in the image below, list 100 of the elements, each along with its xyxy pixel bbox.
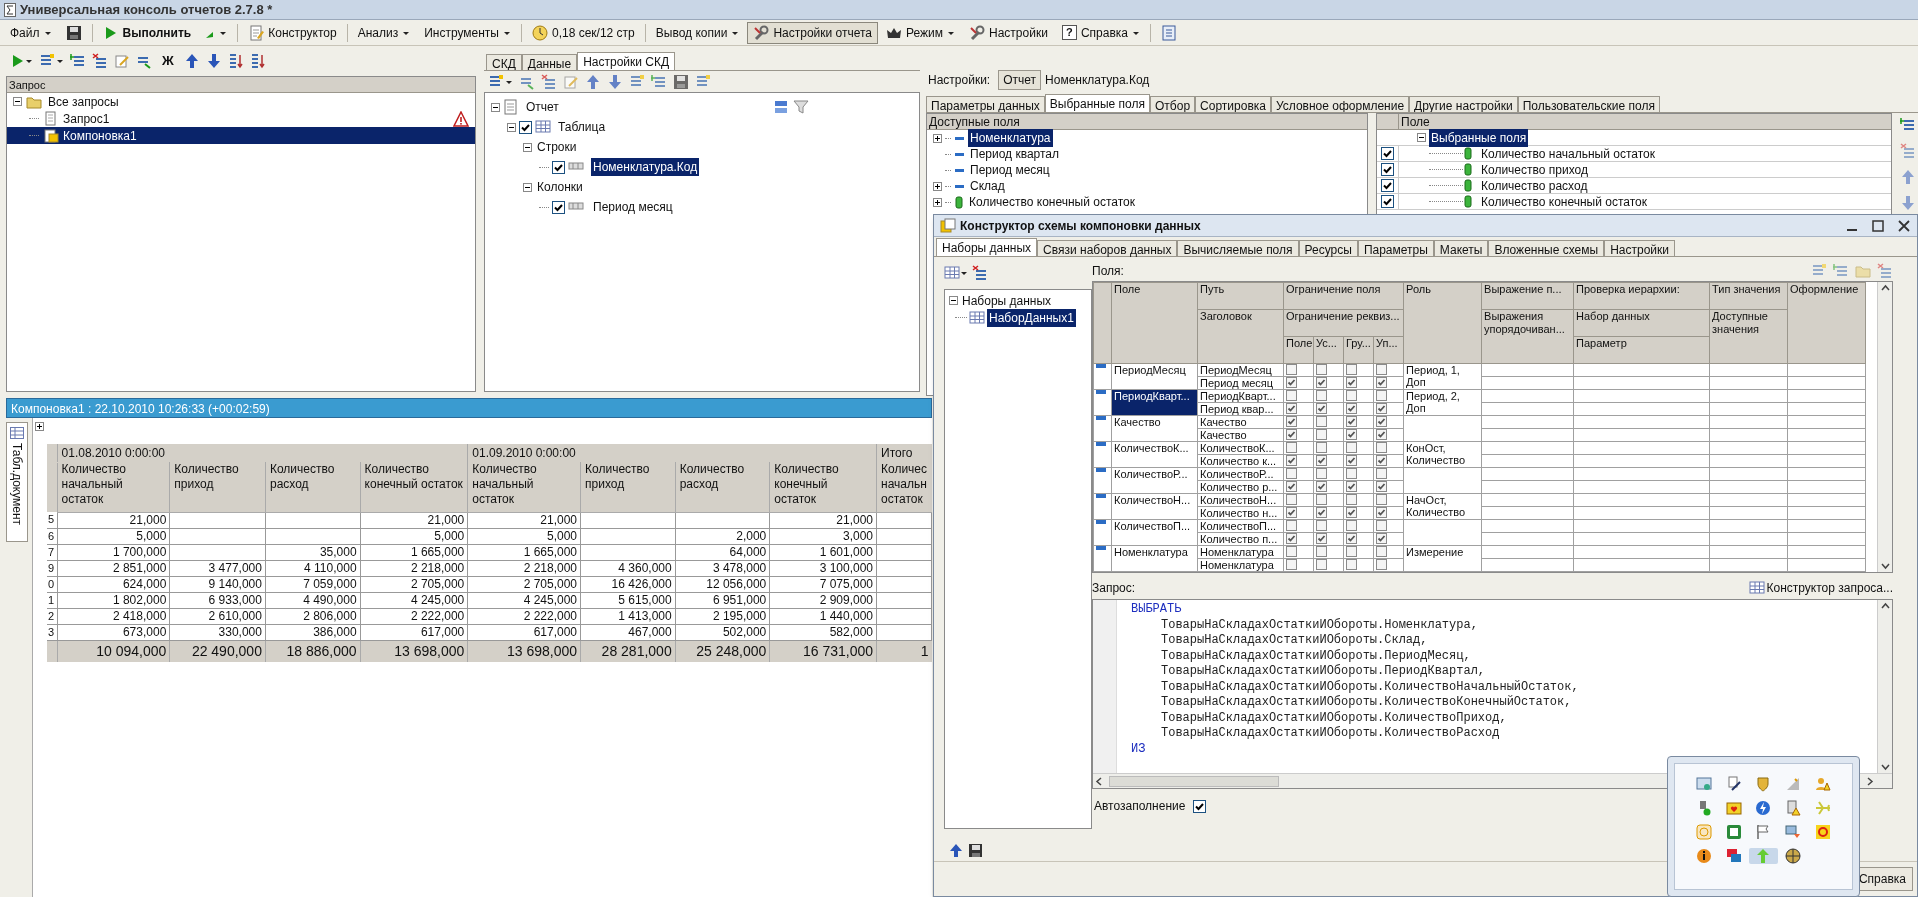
checkbox[interactable] <box>1316 455 1327 467</box>
checkbox[interactable] <box>1346 468 1357 480</box>
window-icon[interactable] <box>1695 776 1712 792</box>
checkbox[interactable] <box>1316 442 1327 454</box>
scrollbar[interactable] <box>1877 282 1892 573</box>
tree-item[interactable]: Наборы данных <box>960 291 1054 310</box>
tab[interactable]: Связи наборов данных <box>1037 240 1178 257</box>
monitor-arrow-icon[interactable] <box>1785 824 1802 840</box>
checkbox[interactable] <box>1346 559 1357 571</box>
checkbox[interactable] <box>1346 481 1357 493</box>
collapse-icon[interactable] <box>491 102 500 112</box>
tab[interactable]: Макеты <box>1433 240 1489 257</box>
torrent-icon[interactable] <box>1725 824 1742 840</box>
menu-button[interactable]: Вывод копии <box>649 21 746 44</box>
checkbox[interactable] <box>1286 429 1297 441</box>
checkbox[interactable] <box>1376 416 1387 428</box>
checkbox[interactable] <box>1286 442 1297 454</box>
list-delete-icon[interactable] <box>541 73 557 90</box>
table-cell[interactable]: КоличествоК... <box>1111 441 1198 468</box>
toolbar-button[interactable]: Настройки отчета <box>747 21 879 44</box>
checkbox[interactable] <box>1376 481 1387 493</box>
save-icon[interactable] <box>673 73 689 90</box>
table-cell[interactable]: Качество <box>1111 415 1198 442</box>
checkbox[interactable] <box>1286 507 1297 519</box>
flag-icon[interactable] <box>1755 824 1772 840</box>
checkbox[interactable] <box>1193 799 1207 813</box>
checkbox[interactable] <box>1316 559 1327 571</box>
1c-logo-icon[interactable] <box>1815 824 1832 840</box>
menu-button[interactable]: Анализ <box>351 21 417 44</box>
report-button[interactable]: Отчет <box>998 70 1042 90</box>
collapse-icon[interactable] <box>507 122 516 132</box>
collapse-icon[interactable] <box>523 182 532 192</box>
tab[interactable]: Сортировка <box>1195 96 1271 112</box>
checkbox[interactable] <box>1316 520 1327 532</box>
sort-icon[interactable] <box>227 53 244 69</box>
tab[interactable]: Параметры данных <box>926 96 1045 112</box>
checkbox[interactable] <box>1316 481 1327 493</box>
run-button[interactable]: Выполнить <box>96 21 198 44</box>
checkbox[interactable] <box>1286 416 1297 428</box>
checkbox[interactable] <box>1286 364 1297 376</box>
tab[interactable]: Настройки СКД <box>577 52 676 70</box>
checkbox[interactable] <box>1376 533 1387 545</box>
checkbox[interactable] <box>1376 377 1387 389</box>
collapse-icon[interactable] <box>13 97 22 106</box>
expand-icon[interactable] <box>933 133 942 143</box>
checkbox[interactable] <box>1286 481 1297 493</box>
checkbox[interactable] <box>1346 416 1357 428</box>
tree-item[interactable]: НаборДанных1 <box>987 308 1076 327</box>
save-icon[interactable] <box>968 843 982 858</box>
list-item[interactable]: Количество начальный остаток <box>1481 144 1655 163</box>
toolbar-button[interactable]: 0,18 сек/12 стр <box>526 21 641 44</box>
sort-icon[interactable] <box>249 53 266 69</box>
toolbar-button[interactable]: Конструктор <box>242 21 343 44</box>
checkbox[interactable] <box>1376 390 1387 402</box>
checkbox[interactable] <box>1376 494 1387 506</box>
list-add-icon[interactable] <box>70 53 86 69</box>
list-item[interactable]: Количество расход <box>1481 176 1588 195</box>
filter-icon[interactable] <box>793 99 809 115</box>
arrow-up-icon[interactable] <box>585 73 601 90</box>
expand-icon[interactable] <box>933 181 942 191</box>
tab[interactable]: СКД <box>486 54 522 70</box>
tab[interactable]: Выбранные поля <box>1044 94 1150 112</box>
checkbox[interactable] <box>1286 403 1297 415</box>
checkbox[interactable] <box>1346 507 1357 519</box>
checkbox[interactable] <box>1376 429 1387 441</box>
expand-icon[interactable] <box>35 422 44 431</box>
checkbox[interactable] <box>1316 364 1327 376</box>
tree-item[interactable]: Компоновка1 <box>7 127 475 144</box>
arrow-up-icon[interactable] <box>183 53 200 69</box>
menu-button[interactable]: Инструменты <box>418 21 517 44</box>
checkbox[interactable] <box>1316 403 1327 415</box>
table-cell[interactable]: Номенклатура <box>1111 545 1198 572</box>
checkbox[interactable] <box>519 120 532 134</box>
checkbox[interactable] <box>1376 468 1387 480</box>
heart-folder-icon[interactable] <box>1725 800 1742 816</box>
checkbox[interactable] <box>1381 179 1394 192</box>
tab[interactable]: Ресурсы <box>1298 240 1358 257</box>
table-cell[interactable]: ПериодКварт... <box>1111 389 1198 416</box>
lightning-icon[interactable] <box>1755 800 1772 816</box>
checkbox[interactable] <box>1346 455 1357 467</box>
users-warning-icon[interactable] <box>1815 776 1832 792</box>
table-cell[interactable]: КоличествоП... <box>1111 519 1198 546</box>
checkbox[interactable] <box>1376 559 1387 571</box>
list-delete-icon[interactable] <box>972 265 988 282</box>
checkbox[interactable] <box>1346 390 1357 402</box>
scrollbar[interactable] <box>1877 600 1892 774</box>
checkbox[interactable] <box>1286 546 1297 558</box>
collapse-icon[interactable] <box>949 296 958 306</box>
checkbox[interactable] <box>1346 520 1357 532</box>
checkbox[interactable] <box>1346 403 1357 415</box>
list-item[interactable]: Склад <box>968 177 1007 195</box>
checkbox[interactable] <box>552 200 565 214</box>
tree-item[interactable]: Запрос1 <box>7 110 475 127</box>
query-designer-button[interactable]: Конструктор запроса... <box>1748 579 1893 598</box>
list-add-icon[interactable] <box>1900 117 1916 133</box>
checkbox[interactable] <box>552 160 565 174</box>
tab[interactable]: Настройки <box>1604 240 1675 257</box>
checkbox[interactable] <box>1381 147 1394 160</box>
list-item[interactable]: Количество приход <box>1481 160 1588 179</box>
list-item[interactable]: Период месяц <box>968 161 1052 179</box>
